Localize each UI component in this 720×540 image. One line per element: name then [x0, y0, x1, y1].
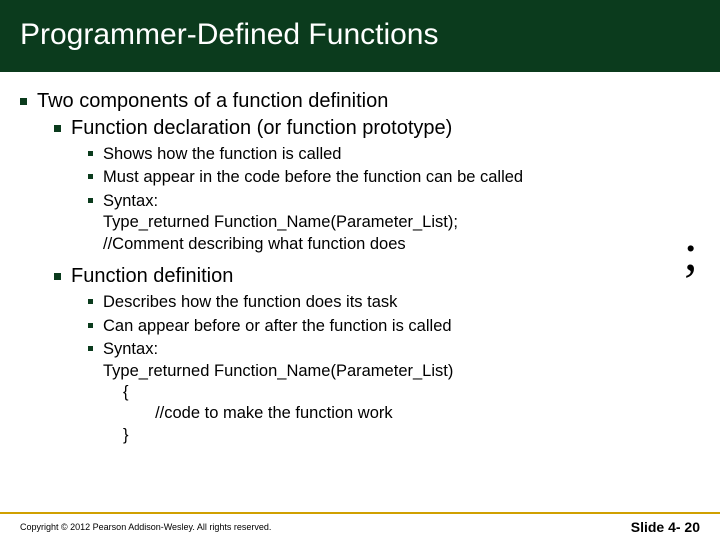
footer: Copyright © 2012 Pearson Addison-Wesley.… — [0, 512, 720, 540]
slide-number: Slide 4- 20 — [631, 519, 700, 535]
bullet-icon — [88, 346, 93, 351]
code-block: { //code to make the function work } — [123, 382, 453, 446]
main-bullet: Two components of a function definition — [37, 90, 388, 113]
bullet-icon — [88, 174, 93, 179]
bullet-icon — [88, 299, 93, 304]
slide-title: Programmer-Defined Functions — [20, 18, 700, 52]
def-syntax-label: Syntax: — [103, 339, 453, 360]
decl-syntax-comment: //Comment describing what function does — [103, 234, 458, 255]
code-brace-close: } — [123, 425, 453, 446]
decl-item: Must appear in the code before the funct… — [103, 167, 523, 188]
declaration-heading: Function declaration (or function protot… — [71, 117, 452, 140]
bullet-icon — [20, 98, 27, 105]
semicolon-annotation: ; — [684, 224, 698, 283]
copyright-text: Copyright © 2012 Pearson Addison-Wesley.… — [20, 522, 271, 532]
def-item: Can appear before or after the function … — [103, 316, 452, 337]
decl-syntax-line: Type_returned Function_Name(Parameter_Li… — [103, 212, 458, 233]
bullet-icon — [88, 151, 93, 156]
decl-syntax-label: Syntax: — [103, 191, 458, 212]
bullet-icon — [54, 273, 61, 280]
def-syntax-line: Type_returned Function_Name(Parameter_Li… — [103, 361, 453, 382]
bullet-icon — [88, 198, 93, 203]
def-item: Describes how the function does its task — [103, 292, 397, 313]
decl-item: Shows how the function is called — [103, 144, 341, 165]
slide-content: Two components of a function definition … — [0, 72, 720, 540]
bullet-icon — [88, 323, 93, 328]
bullet-icon — [54, 125, 61, 132]
code-body: //code to make the function work — [123, 403, 453, 424]
slide: Programmer-Defined Functions Two compone… — [0, 0, 720, 540]
definition-heading: Function definition — [71, 265, 233, 288]
title-band: Programmer-Defined Functions — [0, 0, 720, 72]
code-brace-open: { — [123, 382, 453, 403]
